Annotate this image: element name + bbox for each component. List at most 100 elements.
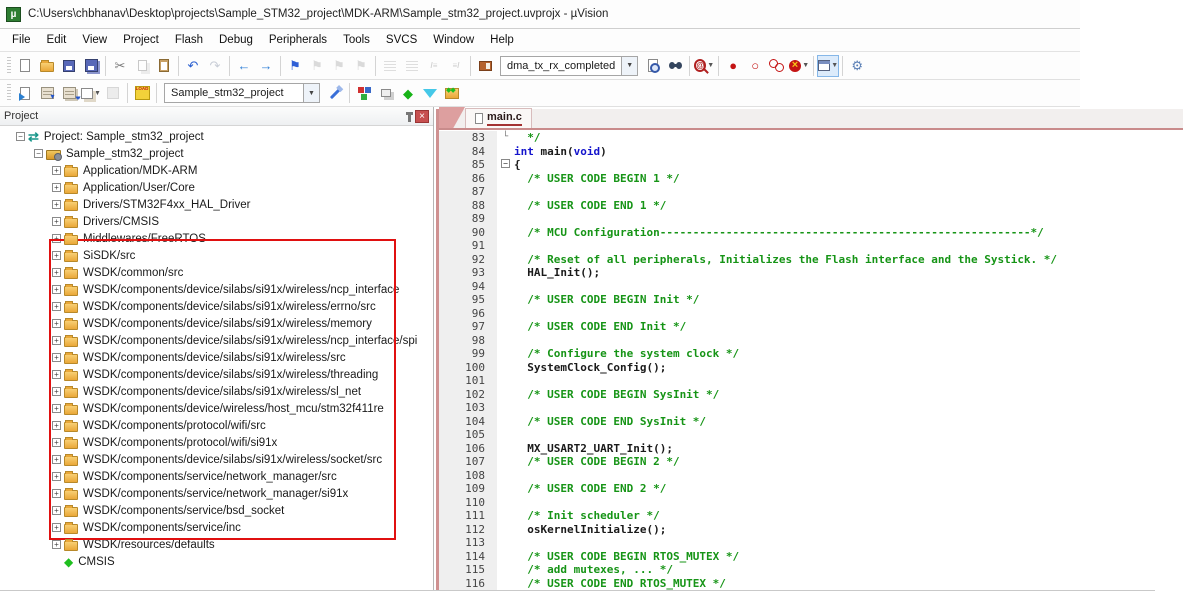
fold-margin[interactable] (497, 496, 514, 510)
expand-plus-icon[interactable]: + (52, 387, 61, 396)
expand-plus-icon[interactable]: + (52, 438, 61, 447)
expand-plus-icon[interactable]: + (52, 285, 61, 294)
manage-project-items-icon[interactable] (353, 82, 375, 104)
line-number[interactable]: 85 (439, 158, 497, 172)
expand-plus-icon[interactable]: + (52, 472, 61, 481)
line-number[interactable]: 90 (439, 226, 497, 240)
undo-icon[interactable]: ↶ (182, 55, 204, 77)
stop-build-icon[interactable] (102, 82, 124, 104)
fold-margin[interactable] (497, 239, 514, 253)
lookup-magnifier-icon[interactable]: @▼ (693, 55, 715, 77)
fold-margin[interactable] (497, 361, 514, 375)
next-bookmark-icon[interactable]: ⚑ (328, 55, 350, 77)
expand-plus-icon[interactable]: + (52, 370, 61, 379)
expand-plus-icon[interactable]: + (52, 234, 61, 243)
copy-icon[interactable] (131, 55, 153, 77)
paste-icon[interactable] (153, 55, 175, 77)
tree-item[interactable]: +Drivers/STM32F4xx_HAL_Driver (0, 196, 433, 213)
line-number[interactable]: 84 (439, 145, 497, 159)
new-file-icon[interactable] (14, 55, 36, 77)
expand-plus-icon[interactable]: + (52, 523, 61, 532)
tree-item[interactable]: +WSDK/components/protocol/wifi/src (0, 417, 433, 434)
line-number[interactable]: 95 (439, 293, 497, 307)
line-number[interactable]: 111 (439, 509, 497, 523)
line-number[interactable]: 115 (439, 563, 497, 577)
navigate-back-icon[interactable]: ← (233, 55, 255, 77)
close-panel-icon[interactable]: × (415, 110, 429, 123)
debug-windows-icon[interactable]: ▼ (817, 55, 839, 77)
expand-plus-icon[interactable]: + (52, 217, 61, 226)
fold-collapse-icon[interactable]: − (501, 159, 510, 168)
fold-margin[interactable] (497, 145, 514, 159)
fold-margin[interactable] (497, 550, 514, 564)
functions-book-icon[interactable] (474, 55, 496, 77)
tree-item[interactable]: +WSDK/components/device/silabs/si91x/wir… (0, 383, 433, 400)
expand-plus-icon[interactable]: + (52, 489, 61, 498)
line-number[interactable]: 87 (439, 185, 497, 199)
chevron-down-icon[interactable]: ▼ (622, 56, 638, 76)
menu-flash[interactable]: Flash (167, 31, 211, 49)
navigate-forward-icon[interactable]: → (255, 55, 277, 77)
fold-margin[interactable] (497, 320, 514, 334)
indent-right-icon[interactable] (379, 55, 401, 77)
fold-margin[interactable] (497, 509, 514, 523)
tree-item[interactable]: +WSDK/components/device/silabs/si91x/wir… (0, 349, 433, 366)
expand-plus-icon[interactable]: + (52, 268, 61, 277)
fold-margin[interactable] (497, 536, 514, 550)
batch-build-icon[interactable]: ▼ (80, 82, 102, 104)
line-number[interactable]: 101 (439, 374, 497, 388)
open-file-icon[interactable] (36, 55, 58, 77)
toggle-bookmark-icon[interactable]: ⚑ (284, 55, 306, 77)
expand-plus-icon[interactable]: + (52, 404, 61, 413)
expand-plus-icon[interactable]: + (52, 455, 61, 464)
chevron-down-icon[interactable]: ▼ (802, 62, 809, 69)
tree-item[interactable]: −Sample_stm32_project (0, 145, 433, 162)
collapse-minus-icon[interactable]: − (16, 132, 25, 141)
tree-item[interactable]: +WSDK/components/device/wireless/host_mc… (0, 400, 433, 417)
chevron-down-icon[interactable]: ▼ (94, 90, 101, 97)
target-options-icon[interactable] (324, 82, 346, 104)
tree-item[interactable]: +WSDK/components/device/silabs/si91x/wir… (0, 451, 433, 468)
line-number[interactable]: 112 (439, 523, 497, 537)
code-editor[interactable]: 83└ */84int main(void)85−{86 /* USER COD… (439, 130, 1183, 590)
line-number[interactable]: 88 (439, 199, 497, 213)
fold-margin[interactable] (497, 334, 514, 348)
menu-help[interactable]: Help (482, 31, 522, 49)
fold-margin[interactable] (497, 577, 514, 591)
tree-item[interactable]: +WSDK/components/device/silabs/si91x/wir… (0, 315, 433, 332)
tree-item[interactable]: +Application/User/Core (0, 179, 433, 196)
tree-item[interactable]: +WSDK/components/device/silabs/si91x/wir… (0, 366, 433, 383)
expand-plus-icon[interactable]: + (52, 166, 61, 175)
fold-margin[interactable] (497, 212, 514, 226)
menu-file[interactable]: File (4, 31, 39, 49)
line-number[interactable]: 104 (439, 415, 497, 429)
line-number[interactable]: 94 (439, 280, 497, 294)
comment-selection-icon[interactable]: /≡ (423, 55, 445, 77)
line-number[interactable]: 114 (439, 550, 497, 564)
fold-margin[interactable] (497, 307, 514, 321)
fold-margin[interactable]: └ (497, 131, 514, 145)
kill-all-breakpoints-icon[interactable]: ▼ (788, 55, 810, 77)
line-number[interactable]: 106 (439, 442, 497, 456)
line-number[interactable]: 105 (439, 428, 497, 442)
expand-plus-icon[interactable]: + (52, 183, 61, 192)
clear-bookmarks-icon[interactable]: ⚑ (350, 55, 372, 77)
fold-margin[interactable] (497, 293, 514, 307)
fold-margin[interactable] (497, 428, 514, 442)
fold-margin[interactable] (497, 347, 514, 361)
redo-icon[interactable]: ↷ (204, 55, 226, 77)
expand-plus-icon[interactable]: + (52, 540, 61, 549)
incremental-find-icon[interactable] (664, 55, 686, 77)
tree-item[interactable]: +WSDK/components/service/network_manager… (0, 485, 433, 502)
enable-disable-breakpoint-icon[interactable]: ○ (744, 55, 766, 77)
expand-plus-icon[interactable]: + (52, 251, 61, 260)
tree-item[interactable]: +WSDK/components/device/silabs/si91x/wir… (0, 332, 433, 349)
cut-icon[interactable]: ✂ (109, 55, 131, 77)
tree-item[interactable]: +Drivers/CMSIS (0, 213, 433, 230)
save-all-icon[interactable] (80, 55, 102, 77)
select-software-packs-icon[interactable] (419, 82, 441, 104)
configure-wrench-icon[interactable]: ⚙ (846, 55, 868, 77)
tree-item[interactable]: +WSDK/components/service/bsd_socket (0, 502, 433, 519)
fold-margin[interactable] (497, 266, 514, 280)
fold-margin[interactable] (497, 374, 514, 388)
